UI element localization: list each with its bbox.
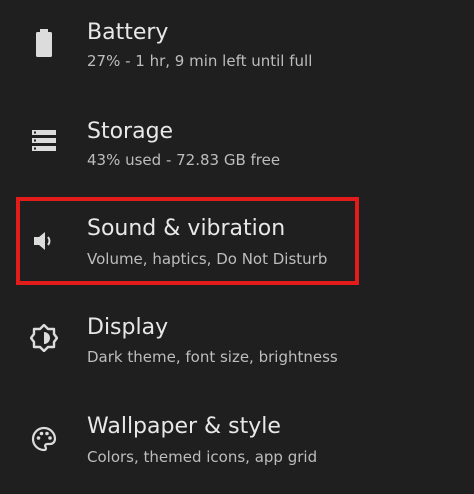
storage-icon [27, 124, 61, 158]
settings-item-title: Battery [87, 20, 169, 45]
settings-item-subtitle: Colors, themed icons, app grid [87, 448, 318, 466]
settings-item-subtitle: 27% - 1 hr, 9 min left until full [87, 52, 313, 70]
settings-item-subtitle: Dark theme, font size, brightness [87, 348, 338, 366]
highlight-box [16, 197, 359, 285]
battery-icon [27, 26, 61, 60]
settings-item-storage[interactable]: Storage 43% used - 72.83 GB free [0, 99, 474, 197]
settings-item-title: Storage [87, 119, 174, 144]
settings-item-title: Display [87, 315, 169, 340]
settings-item-battery[interactable]: Battery 27% - 1 hr, 9 min left until ful… [0, 0, 474, 98]
brightness-icon [27, 321, 61, 355]
palette-icon [27, 422, 61, 456]
settings-item-wallpaper-style[interactable]: Wallpaper & style Colors, themed icons, … [0, 396, 474, 494]
settings-item-subtitle: 43% used - 72.83 GB free [87, 151, 281, 169]
settings-item-display[interactable]: Display Dark theme, font size, brightnes… [0, 297, 474, 395]
settings-item-title: Wallpaper & style [87, 414, 281, 439]
